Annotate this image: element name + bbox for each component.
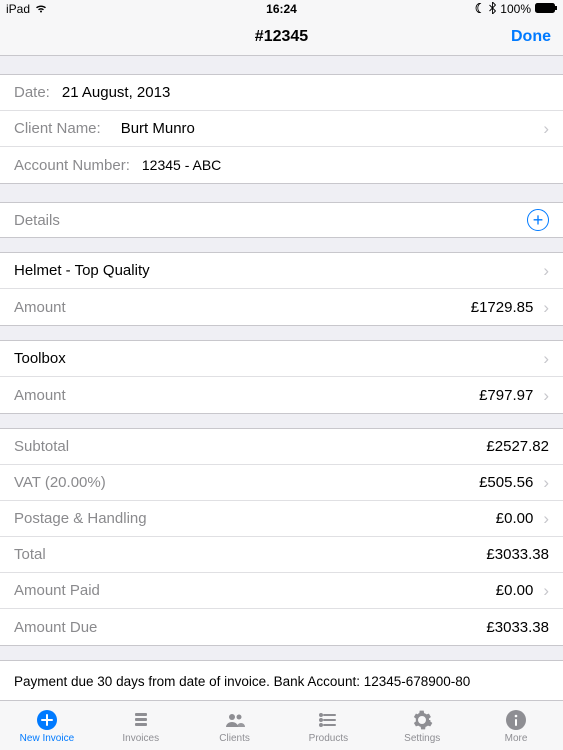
vat-row[interactable]: VAT (20.00%) £505.56 › [0,465,563,501]
tab-label: Clients [219,733,250,744]
done-button[interactable]: Done [511,28,551,46]
vat-label: VAT (20.00%) [14,474,106,491]
stack-icon [129,708,153,732]
client-value: Burt Munro [121,120,195,137]
add-detail-button[interactable]: + [527,209,549,231]
status-bar: iPad 16:24 100% [0,0,563,18]
chevron-right-icon: › [543,474,549,491]
chevron-right-icon: › [543,582,549,599]
postage-value: £0.00 [496,510,534,527]
due-value: £3033.38 [486,619,549,636]
amount-label: Amount [14,387,66,404]
plus-circle-icon [35,708,59,732]
chevron-right-icon: › [543,387,549,404]
subtotal-row: Subtotal £2527.82 [0,429,563,465]
chevron-right-icon: › [543,510,549,527]
vat-value: £505.56 [479,474,533,491]
amount-label: Amount [14,299,66,316]
battery-icon [535,2,557,16]
info-icon [504,708,528,732]
list-icon [316,708,340,732]
total-label: Total [14,546,46,563]
bluetooth-icon [489,2,496,17]
item-name: Helmet - Top Quality [14,262,150,279]
subtotal-label: Subtotal [14,438,69,455]
date-label: Date: [14,84,50,101]
people-icon [223,708,247,732]
item-amount-row[interactable]: Amount £797.97 › [0,377,563,413]
amount-value: £1729.85 [471,299,534,316]
account-label: Account Number: [14,157,130,174]
tab-more[interactable]: More [469,701,563,750]
item-amount-row[interactable]: Amount £1729.85 › [0,289,563,325]
payment-note[interactable]: Payment due 30 days from date of invoice… [0,661,563,701]
battery-label: 100% [500,2,531,16]
postage-row[interactable]: Postage & Handling £0.00 › [0,501,563,537]
tab-settings[interactable]: Settings [375,701,469,750]
paid-label: Amount Paid [14,582,100,599]
invoice-header-section: Date: 21 August, 2013 Client Name: Burt … [0,74,563,184]
details-header-section: Details + [0,202,563,238]
line-item-1: Helmet - Top Quality › Amount £1729.85 › [0,252,563,326]
page-title: #12345 [255,28,308,46]
subtotal-value: £2527.82 [486,438,549,455]
due-label: Amount Due [14,619,97,636]
paid-value: £0.00 [496,582,534,599]
chevron-right-icon: › [543,350,549,367]
tab-products[interactable]: Products [281,701,375,750]
date-value: 21 August, 2013 [62,84,170,101]
nav-bar: #12345 Done [0,18,563,56]
postage-label: Postage & Handling [14,510,147,527]
tab-label: Invoices [122,733,159,744]
tab-label: More [505,733,528,744]
paid-row[interactable]: Amount Paid £0.00 › [0,573,563,609]
account-value: 12345 - ABC [142,157,221,173]
chevron-right-icon: › [543,262,549,279]
date-row[interactable]: Date: 21 August, 2013 [0,75,563,111]
item-name-row[interactable]: Toolbox › [0,341,563,377]
account-row: Account Number: 12345 - ABC [0,147,563,183]
tab-label: Settings [404,733,440,744]
payment-note-text: Payment due 30 days from date of invoice… [14,674,470,689]
wifi-icon [34,2,48,16]
status-time: 16:24 [266,2,297,16]
totals-section: Subtotal £2527.82 VAT (20.00%) £505.56 ›… [0,428,563,646]
amount-value: £797.97 [479,387,533,404]
tab-invoices[interactable]: Invoices [94,701,188,750]
total-row: Total £3033.38 [0,537,563,573]
tab-clients[interactable]: Clients [188,701,282,750]
tab-label: Products [309,733,348,744]
footer-note-section: Payment due 30 days from date of invoice… [0,660,563,702]
total-value: £3033.38 [486,546,549,563]
device-label: iPad [6,2,30,16]
chevron-right-icon: › [543,299,549,316]
due-row: Amount Due £3033.38 [0,609,563,645]
details-heading: Details [14,212,60,229]
tab-bar: New Invoice Invoices Clients Products Se… [0,700,563,750]
client-label: Client Name: [14,120,101,137]
line-item-2: Toolbox › Amount £797.97 › [0,340,563,414]
item-name: Toolbox [14,350,66,367]
moon-icon [475,2,485,16]
item-name-row[interactable]: Helmet - Top Quality › [0,253,563,289]
chevron-right-icon: › [543,120,549,137]
details-header-row: Details + [0,203,563,237]
gear-icon [410,708,434,732]
tab-new-invoice[interactable]: New Invoice [0,701,94,750]
client-row[interactable]: Client Name: Burt Munro › [0,111,563,147]
tab-label: New Invoice [20,733,74,744]
